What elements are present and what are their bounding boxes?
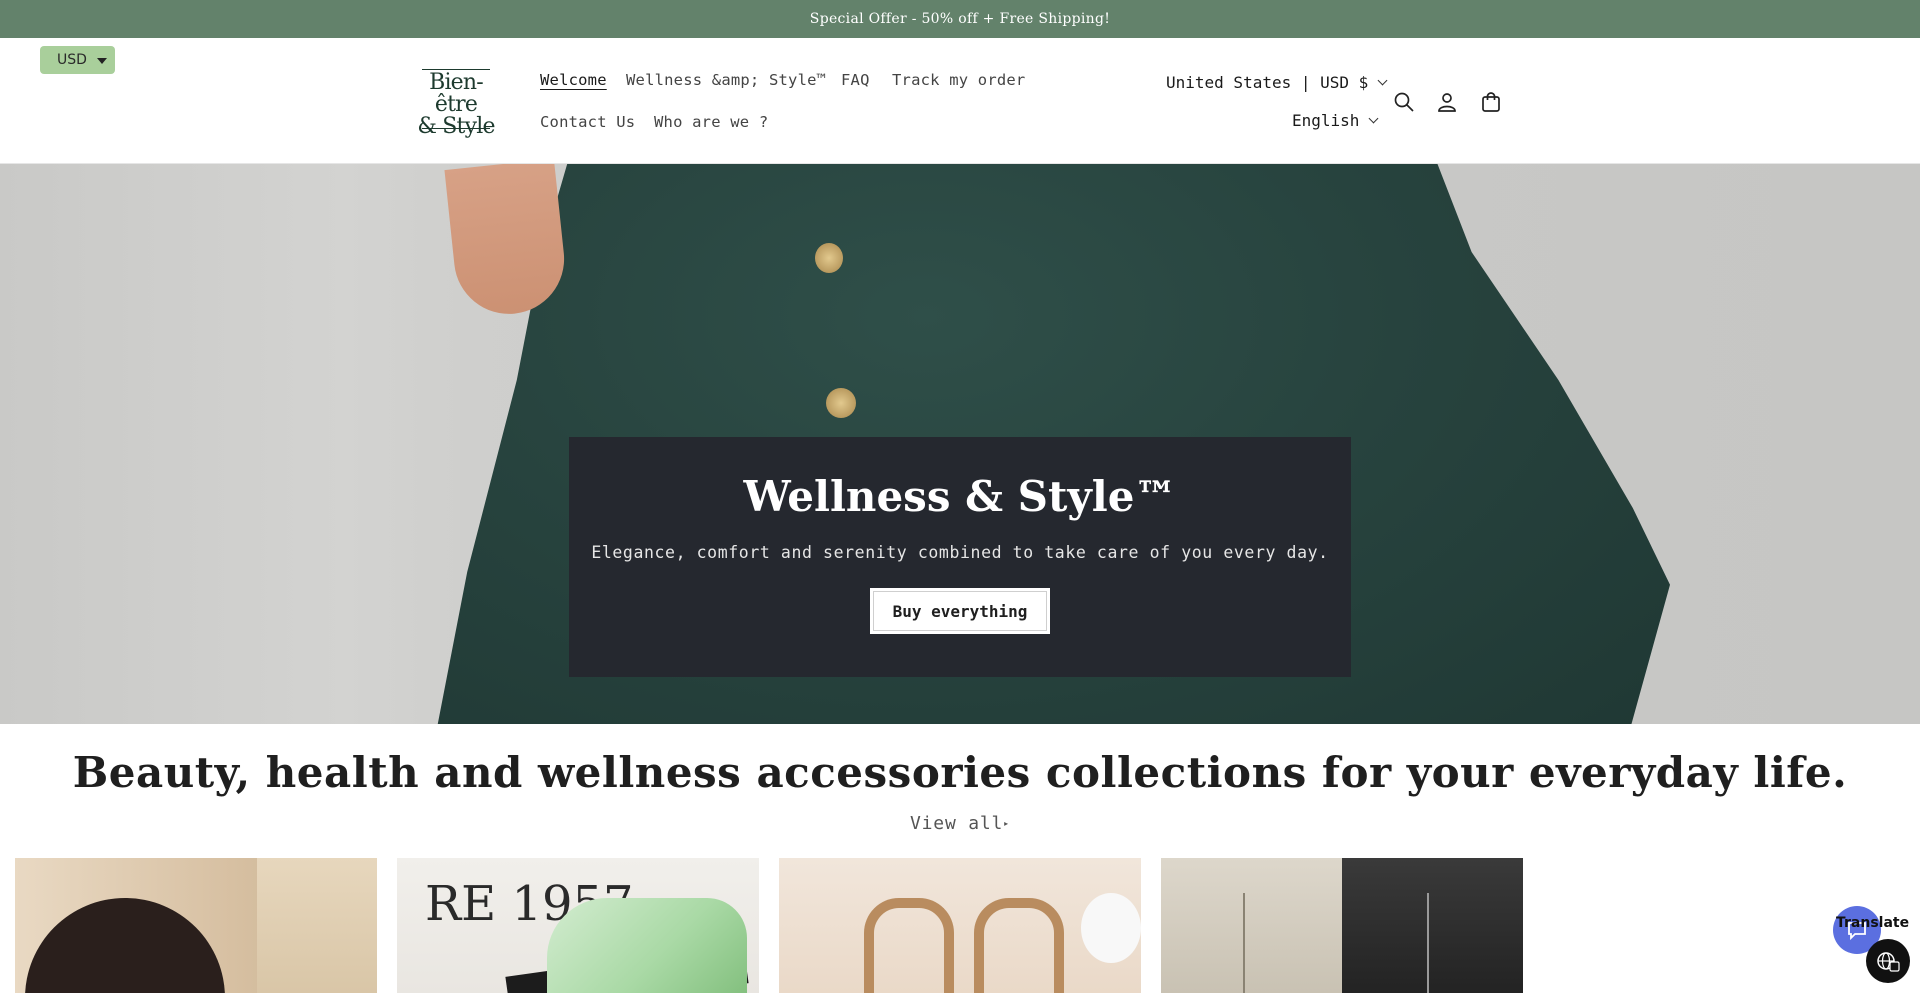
nav-item-faq[interactable]: FAQ (841, 71, 870, 89)
search-icon[interactable] (1392, 90, 1416, 114)
chevron-down-icon (1377, 75, 1388, 86)
portrait-image (25, 898, 225, 993)
jumpsuit-black-image (1342, 858, 1523, 993)
arrow-right-icon: ▸ (1003, 818, 1010, 830)
bag-handle-image (864, 898, 954, 993)
hero-subtitle: Elegance, comfort and serenity combined … (591, 543, 1329, 562)
hero-banner: Wellness & Style™ Elegance, comfort and … (0, 164, 1920, 724)
buy-everything-button[interactable]: Buy everything (870, 588, 1050, 634)
logo-rule-bottom (422, 128, 490, 129)
language-selector[interactable]: English (1292, 111, 1379, 130)
collection-tile-1[interactable] (15, 858, 377, 993)
translate-button[interactable] (1866, 939, 1910, 983)
view-all-label: View all (910, 813, 1004, 834)
language-selector-label: English (1292, 111, 1360, 130)
logo-line-1: Bien-être (429, 70, 484, 117)
site-header: USD Bien-être & Style Welcome Wellness &… (0, 38, 1920, 164)
logo-line-2: & Style (417, 114, 495, 139)
announcement-text: Special Offer - 50% off + Free Shipping! (809, 11, 1111, 27)
currency-switcher-label: USD (57, 52, 87, 68)
logo-rule-top (422, 69, 490, 70)
nav-item-wellness-style[interactable]: Wellness &amp; Style™ (626, 71, 826, 89)
site-logo[interactable]: Bien-être & Style (412, 69, 500, 138)
chevron-down-icon (1368, 113, 1379, 124)
caret-down-icon (97, 58, 107, 64)
account-icon[interactable] (1435, 90, 1459, 114)
hero-title: Wellness & Style™ (743, 472, 1177, 521)
cart-icon[interactable] (1479, 90, 1503, 114)
bag-handle-image (974, 898, 1064, 993)
dress-button-decoration (815, 243, 843, 273)
country-selector[interactable]: United States | USD $ (1166, 73, 1388, 92)
collection-tile-3[interactable] (779, 858, 1141, 993)
jumpsuit-beige-image (1161, 858, 1342, 993)
view-all-link[interactable]: View all▸ (0, 813, 1920, 834)
announcement-bar: Special Offer - 50% off + Free Shipping! (0, 0, 1920, 38)
nav-item-welcome[interactable]: Welcome (540, 71, 607, 89)
zipper-decoration (1243, 893, 1245, 993)
collection-tile-2[interactable]: RE 1957 (397, 858, 759, 993)
dress-button-decoration (826, 388, 856, 418)
nav-item-who-are-we[interactable]: Who are we ? (654, 113, 768, 131)
zipper-decoration (1427, 893, 1429, 993)
nav-item-contact-us[interactable]: Contact Us (540, 113, 635, 131)
currency-switcher-button[interactable]: USD (40, 46, 115, 74)
translate-label[interactable]: Translate (1836, 915, 1909, 931)
collections-heading: Beauty, health and wellness accessories … (72, 748, 1848, 797)
sneaker-image (547, 898, 747, 993)
flower-image (1081, 893, 1141, 963)
country-selector-label: United States | USD $ (1166, 73, 1369, 92)
collection-tile-4[interactable] (1161, 858, 1523, 993)
nav-item-track-order[interactable]: Track my order (892, 71, 1025, 89)
bookshelf-image (257, 858, 377, 993)
globe-translate-icon (1877, 952, 1900, 972)
